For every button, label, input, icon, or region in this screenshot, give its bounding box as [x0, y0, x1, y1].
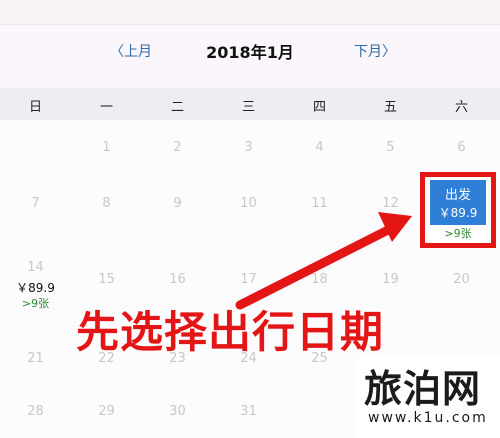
- day-number: 30: [169, 404, 186, 419]
- day-cell-2[interactable]: 2: [142, 120, 213, 180]
- day-price: ￥89.9: [16, 281, 55, 295]
- day-number: 3: [244, 140, 253, 155]
- watermark-logo: 旅泊网: [364, 366, 482, 411]
- watermark-url: www.k1u.com: [368, 410, 488, 426]
- day-number: 12: [382, 196, 399, 211]
- day-number: 4: [315, 140, 324, 155]
- watermark: 旅泊网 www.k1u.com: [358, 358, 500, 438]
- day-cell-31[interactable]: 31: [213, 378, 284, 438]
- day-number: 15: [98, 272, 115, 287]
- month-title: 2018年1月: [206, 43, 294, 62]
- day-number: 31: [240, 404, 257, 419]
- weekday-mon: 一: [99, 100, 113, 115]
- day-number: 29: [98, 404, 115, 419]
- day-cell-7[interactable]: 7: [0, 176, 71, 236]
- day-cell-3[interactable]: 3: [213, 120, 284, 180]
- day-cell-20[interactable]: 20: [426, 260, 497, 320]
- day-number: 2: [173, 140, 182, 155]
- departure-price: ￥89.9: [438, 206, 478, 220]
- departure-label: 出发: [444, 188, 471, 203]
- day-number: 19: [382, 272, 399, 287]
- day-tickets: >9张: [21, 297, 50, 310]
- day-cell-5[interactable]: 5: [355, 120, 426, 180]
- annotation-text: 先选择出行日期: [76, 308, 384, 358]
- day-number: 14: [27, 260, 44, 275]
- departure-highlight: 出发 ￥89.9: [430, 180, 486, 225]
- next-month-button[interactable]: 下月〉: [354, 41, 396, 61]
- day-cell-4[interactable]: 4: [284, 120, 355, 180]
- day-number: 1: [102, 140, 111, 155]
- top-bar: —— ———: [0, 0, 500, 25]
- weekday-thu: 四: [312, 100, 326, 115]
- prev-month-button[interactable]: 〈上月: [110, 41, 152, 61]
- day-cell-12[interactable]: 12: [355, 176, 426, 236]
- weekday-sun: 日: [28, 100, 42, 115]
- day-number: 6: [457, 140, 466, 155]
- day-number: 7: [31, 196, 40, 211]
- day-cell-1[interactable]: 1: [71, 120, 142, 180]
- day-cell-30[interactable]: 30: [142, 378, 213, 438]
- day-number: 28: [27, 404, 44, 419]
- day-cell-6[interactable]: 6: [426, 120, 497, 180]
- departure-date-cell[interactable]: 出发 ￥89.9 >9张: [420, 172, 496, 248]
- day-cell-21[interactable]: 21: [0, 314, 71, 374]
- weekday-wed: 三: [241, 100, 255, 115]
- day-number: 20: [453, 272, 470, 287]
- day-number: 5: [386, 140, 395, 155]
- day-cell-10[interactable]: 10: [213, 176, 284, 236]
- top-bar-fragment: —— ———: [8, 0, 90, 6]
- day-number: 16: [169, 272, 186, 287]
- weekday-tue: 二: [170, 100, 184, 115]
- month-header: 〈上月 2018年1月 下月〉: [0, 25, 500, 88]
- day-cell-11[interactable]: 11: [284, 176, 355, 236]
- day-cell-14[interactable]: 14 ￥89.9 >9张: [0, 260, 71, 320]
- departure-tickets: >9张: [444, 227, 472, 240]
- day-number: 18: [311, 272, 328, 287]
- day-number: 9: [173, 196, 182, 211]
- day-number: 17: [240, 272, 257, 287]
- weekday-row: 日 一 二 三 四 五 六: [0, 88, 500, 120]
- day-number: 8: [102, 196, 111, 211]
- weekday-sat: 六: [454, 100, 468, 115]
- day-number: 10: [240, 196, 257, 211]
- day-cell-28[interactable]: 28: [0, 378, 71, 438]
- day-cell-29[interactable]: 29: [71, 378, 142, 438]
- day-number: 11: [311, 196, 328, 211]
- weekday-fri: 五: [383, 100, 397, 115]
- day-cell-9[interactable]: 9: [142, 176, 213, 236]
- day-cell-8[interactable]: 8: [71, 176, 142, 236]
- day-number: 21: [27, 351, 44, 366]
